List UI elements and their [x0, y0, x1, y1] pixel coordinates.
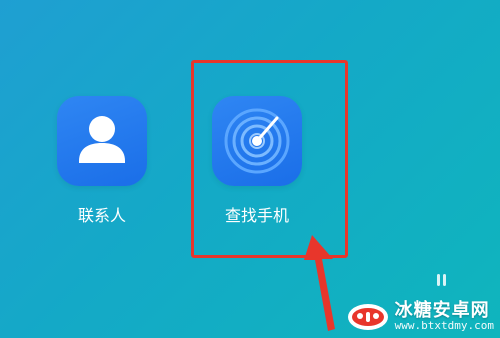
highlight-box — [191, 60, 348, 258]
pointer-arrow-icon — [304, 235, 335, 331]
contacts-app-icon[interactable] — [57, 96, 147, 186]
contacts-app-label: 联系人 — [77, 206, 126, 225]
watermark-url: www.btxtdmy.com — [394, 319, 494, 333]
watermark-logo-icon — [347, 303, 388, 330]
person-icon — [79, 116, 125, 163]
watermark-title: 冰糖安卓网 — [394, 299, 490, 321]
watermark: 冰糖安卓网 www.btxtdmy.com — [347, 299, 494, 333]
dots-icon — [437, 274, 446, 286]
